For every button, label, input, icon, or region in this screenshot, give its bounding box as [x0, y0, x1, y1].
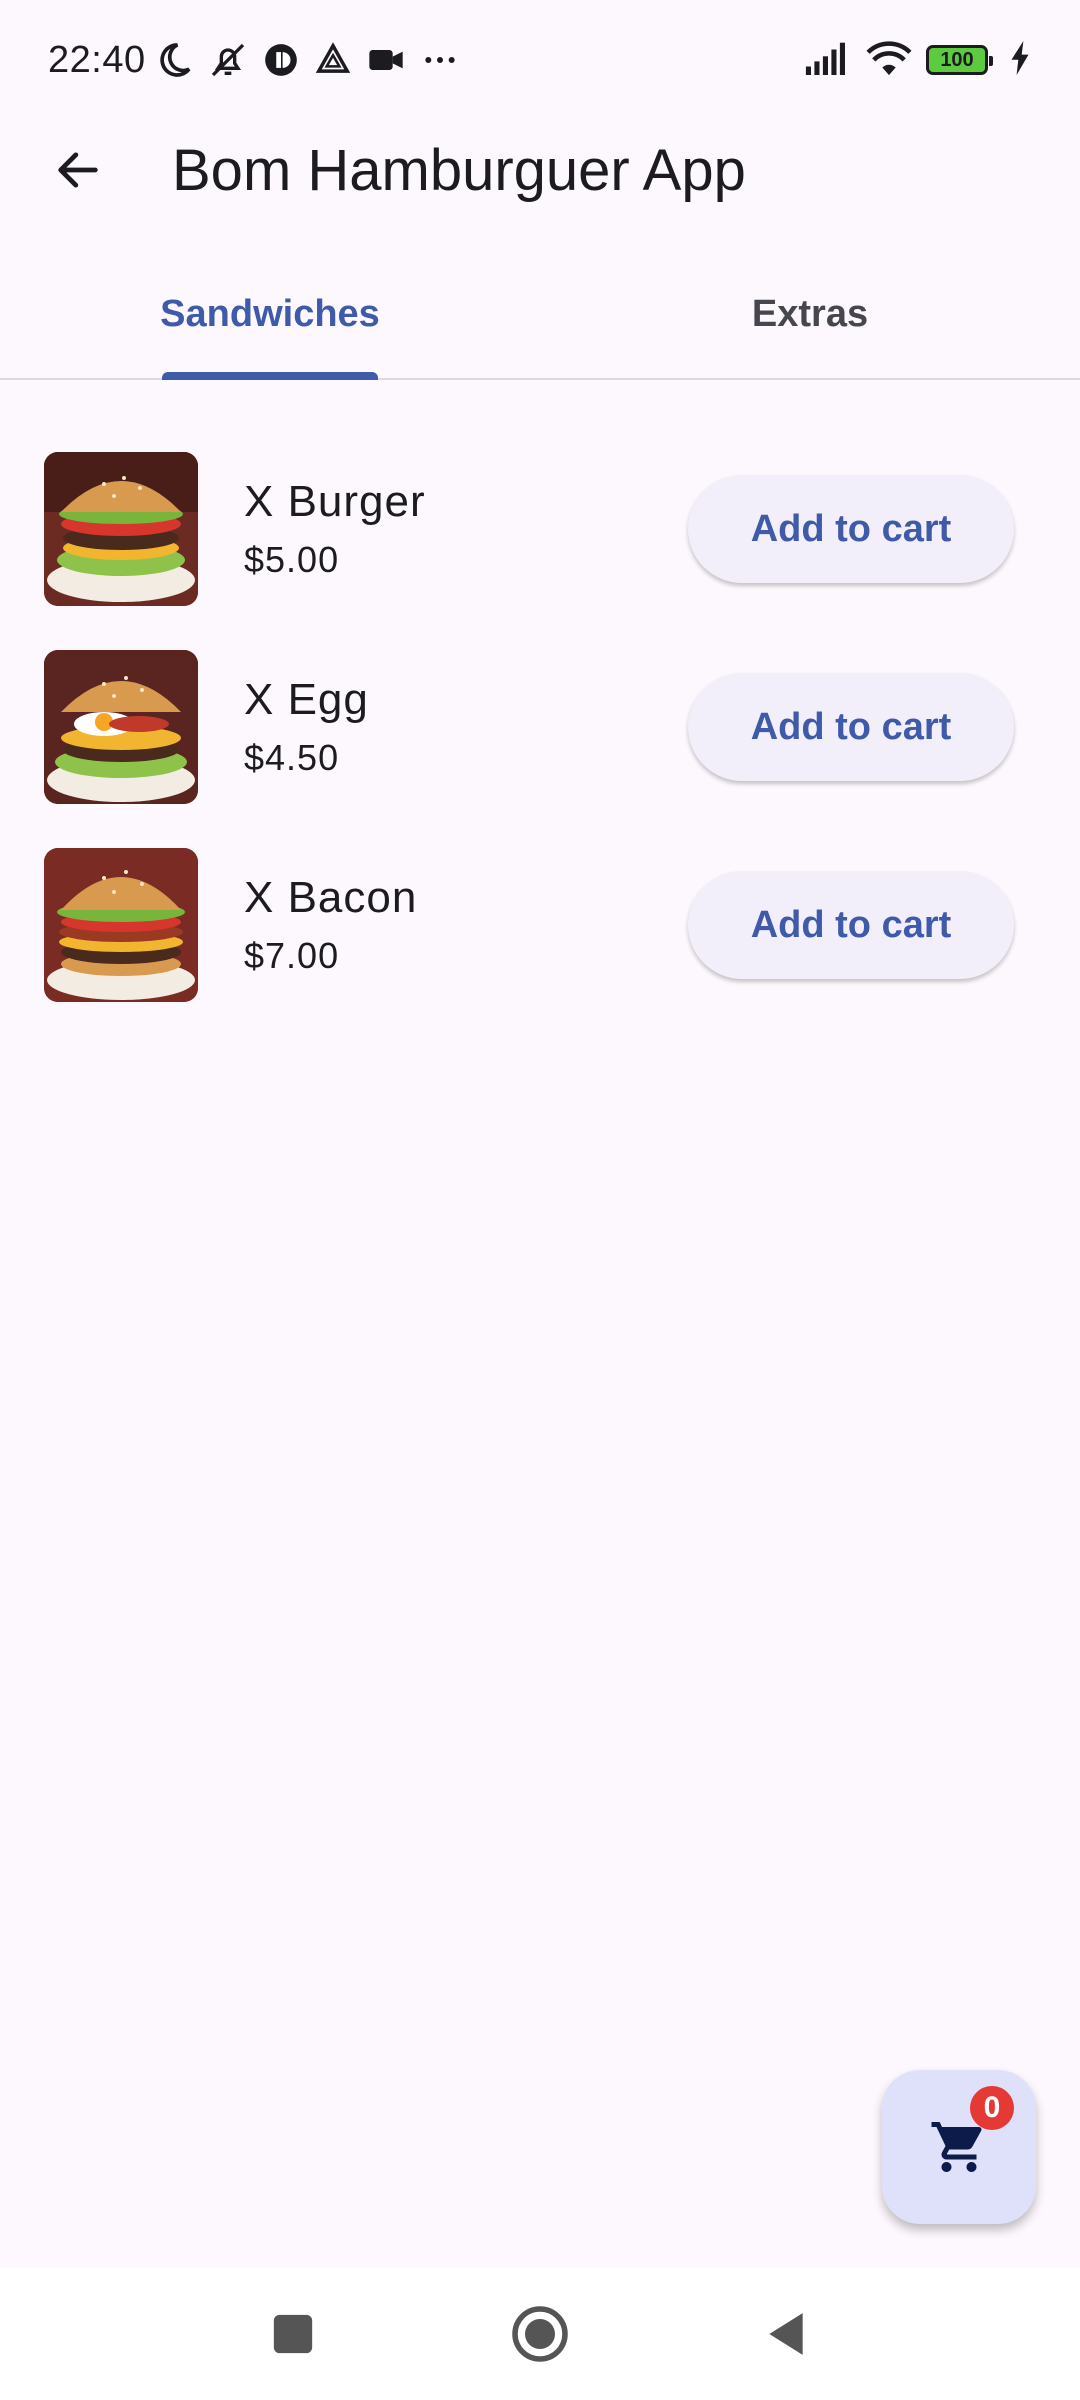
- app-bar: Bom Hamburguer App: [0, 120, 1080, 220]
- product-price: $5.00: [244, 539, 340, 580]
- tab-indicator: [162, 372, 378, 380]
- nav-back-button[interactable]: [736, 2284, 836, 2384]
- charging-icon: [1008, 40, 1032, 80]
- product-name: X Egg: [244, 675, 369, 724]
- product-name: X Burger: [244, 477, 426, 526]
- back-triangle-icon: [769, 2313, 803, 2355]
- tab-extras[interactable]: Extras: [540, 250, 1080, 378]
- camera-icon: [366, 40, 406, 80]
- recents-square-icon: [273, 2314, 313, 2354]
- add-to-cart-button[interactable]: Add to cart: [688, 673, 1014, 781]
- signal-icon: [804, 41, 852, 80]
- home-button[interactable]: [490, 2284, 590, 2384]
- system-nav-bar: [0, 2268, 1080, 2400]
- status-time: 22:40: [48, 38, 146, 81]
- more-dots-icon: [420, 40, 460, 80]
- product-name: X Bacon: [244, 873, 418, 922]
- battery-icon: 100: [926, 45, 993, 75]
- burger-image: [44, 452, 198, 606]
- tab-sandwiches[interactable]: Sandwiches: [0, 250, 540, 380]
- product-price: $4.50: [244, 737, 340, 778]
- list-item: X Burger $5.00 Add to cart: [0, 430, 1080, 628]
- bell-off-icon: [208, 40, 248, 80]
- product-info: X Bacon $7.00: [244, 873, 417, 977]
- burger-image: [44, 848, 198, 1002]
- list-item: X Bacon $7.00 Add to cart: [0, 826, 1080, 1024]
- status-bar: 22:40 100: [0, 0, 1080, 120]
- add-to-cart-button[interactable]: Add to cart: [688, 871, 1014, 979]
- drive-icon: [314, 41, 352, 79]
- status-icons-right: 100: [804, 39, 1032, 82]
- wifi-icon: [866, 39, 912, 82]
- app-icon: [262, 41, 300, 79]
- cart-count-badge: 0: [970, 2086, 1014, 2130]
- battery-level: 100: [940, 49, 974, 71]
- product-info: X Egg $4.50: [244, 675, 369, 779]
- list-item: X Egg $4.50 Add to cart: [0, 628, 1080, 826]
- tab-bar: Sandwiches Extras: [0, 250, 1080, 380]
- add-to-cart-button[interactable]: Add to cart: [688, 475, 1014, 583]
- product-price: $7.00: [244, 935, 340, 976]
- tab-label: Sandwiches: [160, 292, 380, 335]
- status-icons-left: [154, 40, 460, 80]
- product-info: X Burger $5.00: [244, 477, 426, 581]
- cart-button[interactable]: 0: [882, 2070, 1036, 2224]
- back-button[interactable]: [28, 120, 128, 220]
- moon-icon: [154, 40, 194, 80]
- home-circle-icon: [512, 2306, 568, 2362]
- recents-button[interactable]: [243, 2284, 343, 2384]
- product-list: X Burger $5.00 Add to cart X Egg $4.50 A…: [0, 430, 1080, 1024]
- arrow-back-icon: [58, 152, 98, 188]
- page-title: Bom Hamburguer App: [172, 137, 746, 203]
- tab-label: Extras: [751, 292, 869, 335]
- burger-image: [44, 650, 198, 804]
